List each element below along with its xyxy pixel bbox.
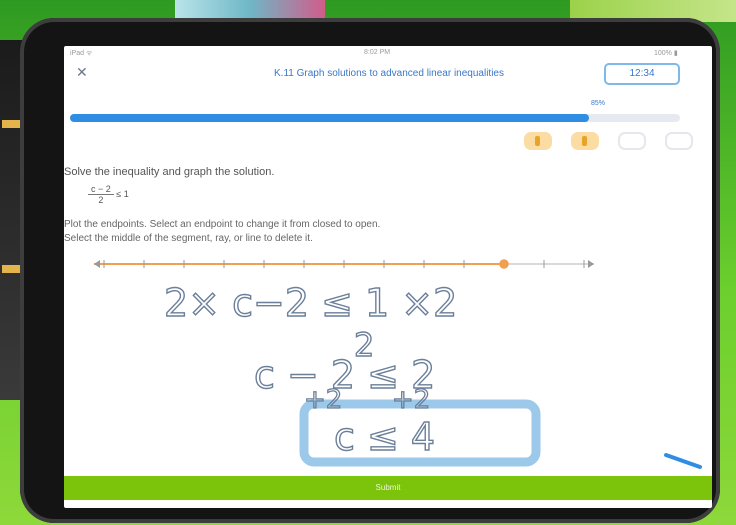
progress-bar-fill (70, 114, 589, 122)
fraction: c − 2 2 (88, 184, 114, 205)
number-line-graph[interactable] (84, 254, 604, 278)
instructions-line-1: Plot the endpoints. Select an endpoint t… (64, 219, 381, 230)
fraction-denominator: 2 (98, 195, 104, 205)
ipad-frame: iPad ᯤ 8:02 PM 100% ▮ ✕ K.11 Graph solut… (20, 18, 720, 523)
status-time: 8:02 PM (364, 49, 391, 56)
instructions-line-2: Select the middle of the segment, ray, o… (64, 233, 313, 244)
medal-indicator-1 (524, 132, 552, 150)
inequality-relation: ≤ 1 (116, 188, 129, 199)
submit-button[interactable]: Submit (64, 476, 712, 500)
wifi-icon: iPad ᯤ (70, 50, 93, 57)
timer-button[interactable]: 12:34 (604, 63, 680, 85)
handwriting-answer: c ≤ 4 (334, 415, 435, 459)
instructions: Plot the endpoints. Select an endpoint t… (64, 218, 694, 246)
number-line-endpoint[interactable] (499, 259, 509, 269)
pencil-icon (664, 453, 702, 469)
close-icon[interactable]: ✕ (76, 64, 88, 81)
number-line-left-arrow (94, 260, 100, 268)
medal-indicator-3 (618, 132, 646, 150)
skill-title: K.11 Graph solutions to advanced linear … (274, 68, 504, 79)
question-prompt: Solve the inequality and graph the solut… (64, 166, 275, 178)
handwriting-line-1: 2× c−2 ≤ 1 ×2 (164, 281, 457, 325)
handwriting-line-3: +2 +2 (304, 385, 430, 415)
medal-indicator-4 (665, 132, 693, 150)
battery-icon: 100% ▮ (654, 50, 678, 57)
app-screen: iPad ᯤ 8:02 PM 100% ▮ ✕ K.11 Graph solut… (64, 46, 712, 508)
status-bar: iPad ᯤ 8:02 PM 100% ▮ (64, 46, 712, 60)
handwritten-work: 2× c−2 ≤ 1 ×2 2 c − 2 ≤ 2 +2 +2 c ≤ 4 (163, 280, 541, 467)
progress-bar (70, 114, 680, 122)
progress-percent: 85% (591, 100, 606, 107)
fraction-numerator: c − 2 (88, 184, 114, 195)
inequality-expression: c − 2 2 ≤ 1 (88, 184, 129, 205)
medal-indicator-2 (571, 132, 599, 150)
number-line-right-arrow (588, 260, 594, 268)
